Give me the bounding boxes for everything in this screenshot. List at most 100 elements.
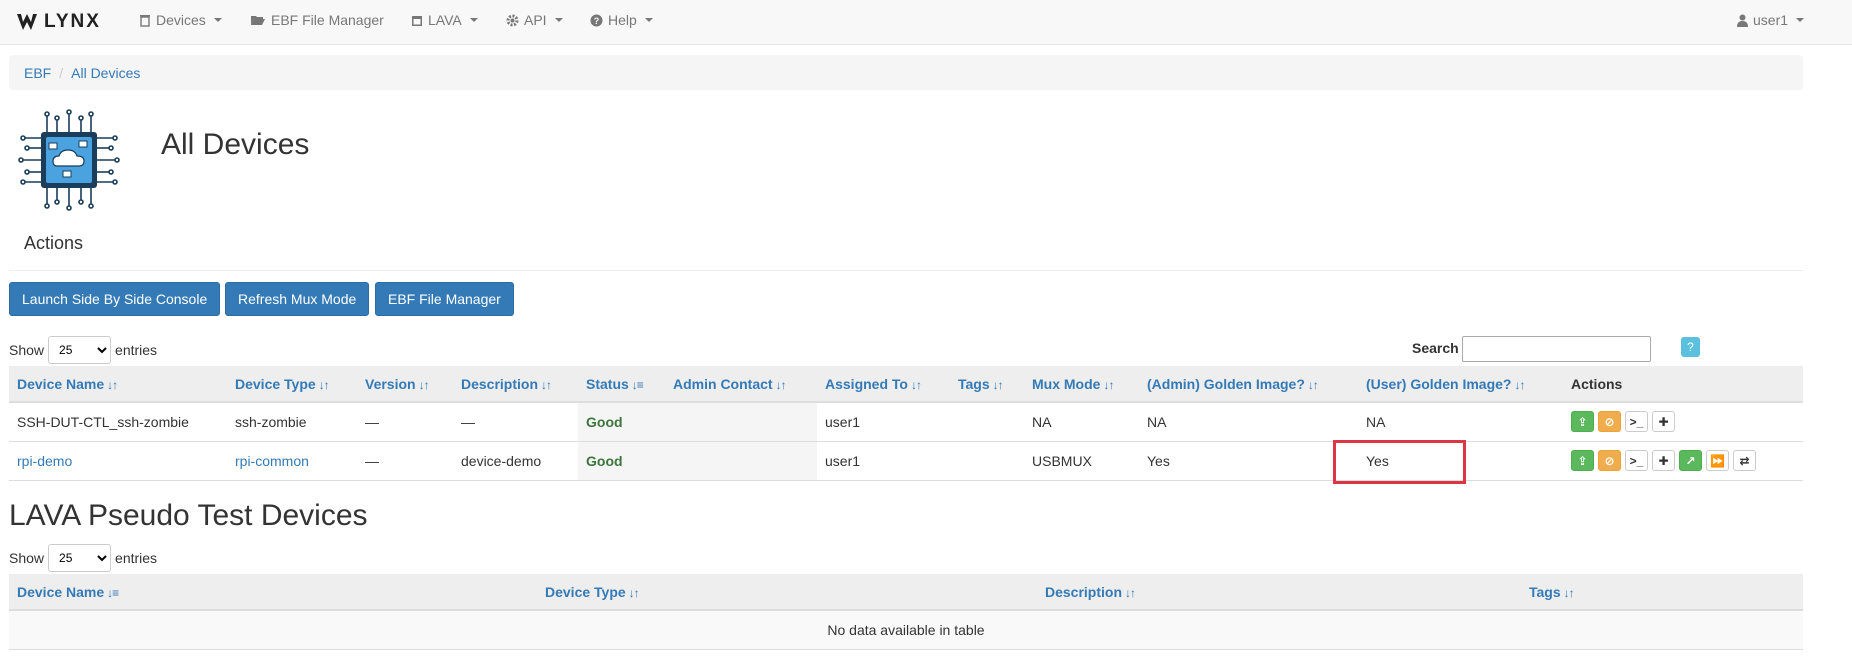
col-version[interactable]: Version ↓↑ bbox=[357, 366, 453, 403]
mux-mode: USBMUX bbox=[1024, 441, 1139, 481]
empty-message: No data available in table bbox=[9, 610, 1803, 650]
devices-length-control: Show 25 entries bbox=[9, 336, 157, 364]
device-tags bbox=[950, 441, 1024, 481]
sort-icon: ↓↑ bbox=[1514, 377, 1525, 392]
col-device-name[interactable]: Device Name ↓≡ bbox=[9, 574, 537, 611]
nav-user-label: user1 bbox=[1753, 12, 1789, 28]
col-description[interactable]: Description ↓↑ bbox=[453, 366, 578, 403]
admin-golden-image: Yes bbox=[1139, 441, 1358, 481]
shuffle-action-button[interactable]: ⇄ bbox=[1733, 450, 1756, 471]
nav-ebf-file-manager[interactable]: EBF File Manager bbox=[250, 0, 384, 40]
nav-ebf-file-manager-label: EBF File Manager bbox=[271, 12, 384, 28]
col-tags[interactable]: Tags ↓↑ bbox=[1521, 574, 1803, 611]
add-action-button[interactable]: ✚ bbox=[1652, 450, 1675, 471]
nav-devices-label: Devices bbox=[156, 12, 206, 28]
lava-length-control: Show 25 entries bbox=[9, 544, 157, 572]
col-admin-contact[interactable]: Admin Contact ↓↑ bbox=[665, 366, 817, 403]
breadcrumb: EBF / All Devices bbox=[9, 55, 1803, 90]
col-user-golden-image[interactable]: (User) Golden Image? ↓↑ bbox=[1358, 366, 1563, 403]
user-golden-image: Yes bbox=[1358, 441, 1563, 481]
admin-contact bbox=[665, 441, 817, 481]
lava-page-size-select[interactable]: 25 bbox=[48, 544, 112, 572]
col-tags[interactable]: Tags ↓↑ bbox=[950, 366, 1024, 403]
user-icon bbox=[1737, 14, 1748, 27]
col-status[interactable]: Status ↓≡ bbox=[578, 366, 665, 403]
admin-golden-image: NA bbox=[1139, 402, 1358, 442]
block-action-button[interactable]: ⊘ bbox=[1598, 411, 1621, 433]
folder-open-icon bbox=[251, 16, 265, 25]
mux-mode: NA bbox=[1024, 402, 1139, 442]
sort-icon: ↓↑ bbox=[1103, 377, 1114, 392]
console-action-button[interactable]: >_ bbox=[1625, 450, 1648, 471]
col-mux-mode[interactable]: Mux Mode ↓↑ bbox=[1024, 366, 1139, 403]
nav-lava[interactable]: LAVA bbox=[411, 0, 478, 40]
sort-icon: ↓↑ bbox=[628, 585, 640, 600]
chip-cloud-icon bbox=[18, 109, 120, 211]
fast-forward-action-button[interactable]: ⏩ bbox=[1706, 450, 1729, 471]
lynx-logo-icon bbox=[17, 14, 37, 30]
table-row: rpi-demo rpi-common — device-demo Good u… bbox=[9, 441, 1803, 481]
ebf-file-manager-button[interactable]: EBF File Manager bbox=[375, 282, 514, 316]
divider bbox=[9, 270, 1803, 271]
col-device-name[interactable]: Device Name ↓↑ bbox=[9, 366, 227, 403]
col-device-type[interactable]: Device Type ↓↑ bbox=[227, 366, 357, 403]
show-label: Show bbox=[9, 342, 45, 358]
page-title: All Devices bbox=[161, 128, 310, 161]
device-name-link[interactable]: rpi-demo bbox=[17, 453, 72, 469]
assigned-to: user1 bbox=[817, 441, 950, 481]
admin-contact bbox=[665, 402, 817, 442]
trash-icon bbox=[140, 14, 150, 27]
col-description[interactable]: Description ↓↑ bbox=[1037, 574, 1521, 611]
console-action-button[interactable]: >_ bbox=[1625, 411, 1648, 433]
brand-logo[interactable]: LYNX bbox=[16, 10, 101, 34]
launch-side-by-side-console-button[interactable]: Launch Side By Side Console bbox=[9, 282, 221, 316]
sort-icon: ↓↑ bbox=[541, 377, 552, 392]
device-type: ssh-zombie bbox=[227, 402, 357, 442]
col-actions: Actions bbox=[1563, 366, 1803, 403]
nav-help[interactable]: ? Help bbox=[590, 0, 653, 40]
nav-api[interactable]: API bbox=[506, 0, 563, 40]
help-button[interactable]: ? bbox=[1681, 337, 1700, 357]
device-description: device-demo bbox=[453, 441, 578, 481]
add-action-button[interactable]: ✚ bbox=[1652, 411, 1675, 433]
block-action-button[interactable]: ⊘ bbox=[1598, 450, 1621, 471]
nav-api-label: API bbox=[524, 12, 547, 28]
col-admin-golden-image[interactable]: (Admin) Golden Image? ↓↑ bbox=[1139, 366, 1358, 403]
col-device-type[interactable]: Device Type ↓↑ bbox=[537, 574, 1037, 611]
breadcrumb-all-devices[interactable]: All Devices bbox=[71, 65, 140, 81]
nav-devices[interactable]: Devices bbox=[139, 0, 222, 40]
calendar-icon bbox=[412, 15, 422, 26]
devices-page-size-select[interactable]: 25 bbox=[48, 336, 112, 364]
sort-icon: ↓↑ bbox=[107, 377, 118, 392]
upload-action-button[interactable]: ⇪ bbox=[1571, 411, 1594, 433]
sort-asc-icon: ↓≡ bbox=[107, 585, 119, 600]
status-badge: Good bbox=[578, 402, 665, 442]
show-label: Show bbox=[9, 550, 45, 566]
nav-user-menu[interactable]: user1 bbox=[1737, 0, 1805, 40]
row-actions: ⇪ ⊘ >_ ✚ ↗ ⏩ ⇄ bbox=[1563, 441, 1803, 481]
table-row: SSH-DUT-CTL_ssh-zombie ssh-zombie — — Go… bbox=[9, 402, 1803, 442]
col-assigned-to[interactable]: Assigned To ↓↑ bbox=[817, 366, 950, 403]
breadcrumb-ebf[interactable]: EBF bbox=[24, 65, 51, 81]
sort-icon: ↓↑ bbox=[992, 377, 1004, 392]
search-input[interactable] bbox=[1462, 336, 1651, 362]
user-golden-image: NA bbox=[1358, 402, 1563, 442]
sort-icon: ↓↑ bbox=[1563, 585, 1575, 600]
upload-action-button[interactable]: ⇪ bbox=[1571, 450, 1594, 471]
assigned-to: user1 bbox=[817, 402, 950, 442]
table-header-row: Device Name ↓↑ Device Type ↓↑ Version ↓↑ De… bbox=[9, 366, 1803, 403]
refresh-mux-mode-button[interactable]: Refresh Mux Mode bbox=[225, 282, 370, 316]
chevron-down-icon bbox=[554, 18, 563, 22]
device-description: — bbox=[453, 402, 578, 442]
chevron-down-icon bbox=[644, 18, 653, 22]
device-version: — bbox=[357, 441, 453, 481]
svg-text:?: ? bbox=[594, 16, 600, 26]
top-navbar: LYNX Devices EBF File Manager LAVA API ?… bbox=[0, 0, 1852, 45]
sort-icon: ↓↑ bbox=[318, 377, 330, 392]
status-badge: Good bbox=[578, 441, 665, 481]
device-name: SSH-DUT-CTL_ssh-zombie bbox=[9, 402, 227, 442]
breadcrumb-separator: / bbox=[59, 64, 64, 81]
device-name: rpi-demo bbox=[9, 441, 227, 481]
share-action-button[interactable]: ↗ bbox=[1679, 450, 1702, 471]
device-type-link[interactable]: rpi-common bbox=[235, 453, 309, 469]
